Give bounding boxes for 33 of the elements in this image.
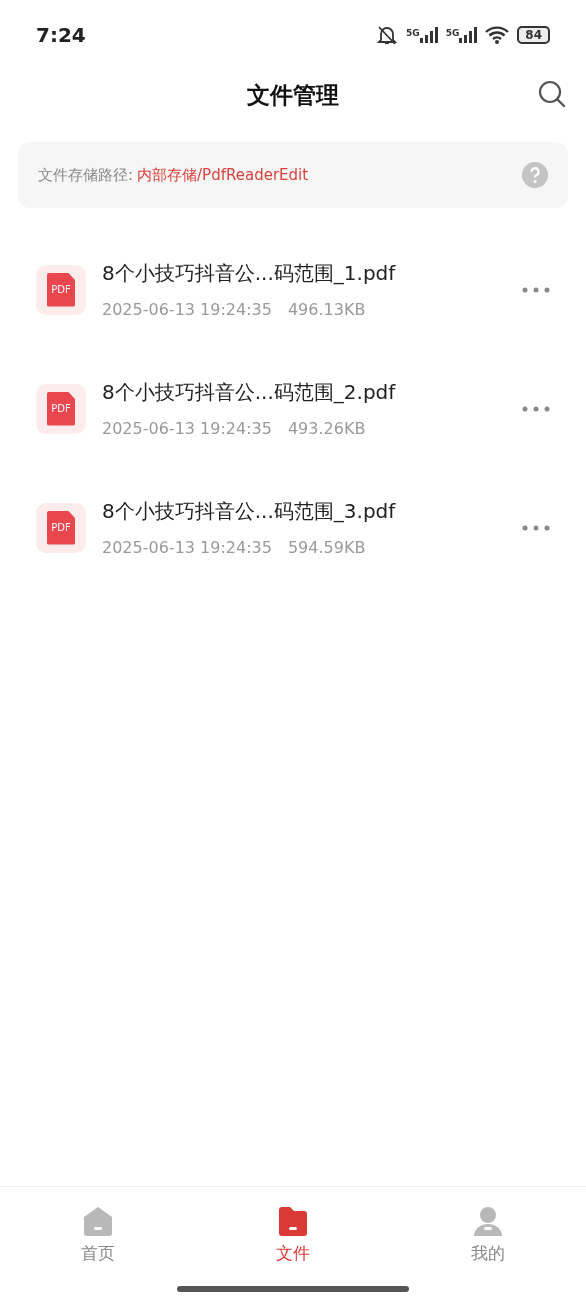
pdf-file-icon: PDF: [36, 383, 86, 434]
house-icon: [81, 1205, 114, 1237]
storage-path-link[interactable]: 内部存储/PdfReaderEdit: [137, 166, 309, 184]
page-title: 文件管理: [247, 80, 339, 110]
file-size: 496.13KB: [287, 299, 366, 319]
pdf-file-icon: PDF: [36, 264, 86, 315]
file-size: 493.26KB: [287, 418, 366, 438]
battery-icon: 84: [517, 26, 550, 44]
network-type: 5G: [445, 27, 460, 40]
signal-icon: [419, 27, 438, 43]
path-label: 文件存储路径:: [38, 166, 134, 184]
bell-muted-icon: [376, 24, 398, 46]
more-icon[interactable]: [522, 286, 550, 293]
nav-tab[interactable]: 首页: [0, 1187, 196, 1286]
folder-icon: [277, 1205, 309, 1237]
nav-tab[interactable]: 我的: [390, 1187, 586, 1286]
more-icon[interactable]: [522, 524, 550, 531]
person-icon: [472, 1205, 505, 1237]
file-name: 8个小技巧抖音公...码范围_2.pdf: [102, 378, 397, 406]
file-date: 2025-06-13 19:24:35: [102, 299, 272, 319]
wifi-icon: [485, 26, 510, 44]
status-time: 7:24: [36, 22, 86, 49]
file-date: 2025-06-13 19:24:35: [102, 418, 272, 438]
pdf-file-icon: PDF: [36, 502, 86, 553]
file-name: 8个小技巧抖音公...码范围_3.pdf: [102, 497, 397, 525]
file-name: 8个小技巧抖音公...码范围_1.pdf: [102, 259, 397, 287]
search-icon[interactable]: [538, 80, 566, 108]
file-date: 2025-06-13 19:24:35: [102, 537, 272, 557]
signal-icon: [459, 27, 478, 43]
network-type: 5G: [406, 27, 420, 40]
file-size: 594.59KB: [287, 537, 366, 557]
more-icon[interactable]: [522, 405, 550, 412]
nav-tab[interactable]: 文件: [195, 1187, 391, 1286]
